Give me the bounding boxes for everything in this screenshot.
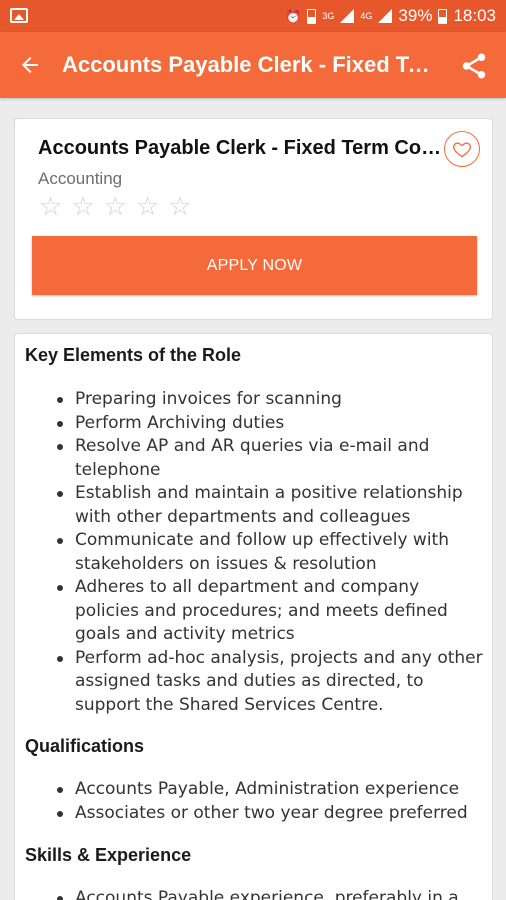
page-title: Accounts Payable Clerk - Fixed Term Cont… <box>62 52 434 77</box>
network-type-4g: 4G <box>360 10 373 21</box>
signal-icon-2 <box>378 9 393 23</box>
status-icons: ⏰ 3G 4G 39% 18:03 <box>285 0 496 32</box>
battery-percent: 39% <box>398 6 433 25</box>
status-bar: ⏰ 3G 4G 39% 18:03 <box>0 0 506 32</box>
app-bar: Accounts Payable Clerk - Fixed Term Cont… <box>0 32 506 98</box>
battery-icon <box>438 8 448 24</box>
list-item: Accounts Payable, Administration experie… <box>57 778 485 802</box>
qualifications-list: Accounts Payable, Administration experie… <box>57 778 485 826</box>
battery-saver-icon <box>307 8 317 24</box>
star-icon[interactable]: ☆ <box>168 193 191 219</box>
section-heading-qualifications: Qualifications <box>25 736 145 756</box>
job-header-card: Accounts Payable Clerk - Fixed Term Cont… <box>14 118 493 320</box>
list-item: Perform Archiving duties <box>57 412 485 436</box>
section-heading-key-elements: Key Elements of the Role <box>25 345 242 365</box>
back-button[interactable] <box>16 51 44 79</box>
job-category: Accounting <box>38 169 123 188</box>
star-icon[interactable]: ☆ <box>104 193 127 219</box>
list-item: Resolve AP and AR queries via e-mail and… <box>57 435 485 482</box>
gallery-notification-icon <box>10 8 28 23</box>
favorite-button[interactable] <box>444 131 480 167</box>
apply-now-button[interactable]: APPLY NOW <box>32 236 477 295</box>
list-item: Communicate and follow up effectively wi… <box>57 529 485 576</box>
list-item: Establish and maintain a positive relati… <box>57 482 485 529</box>
alarm-icon: ⏰ <box>285 8 302 24</box>
share-button[interactable] <box>458 50 490 82</box>
job-title: Accounts Payable Clerk - Fixed Term Cont… <box>38 137 444 159</box>
heart-outline-icon <box>453 142 471 158</box>
network-type-3g: 3G <box>322 10 335 21</box>
list-item: Perform ad-hoc analysis, projects and an… <box>57 647 485 718</box>
list-item: Adheres to all department and company po… <box>57 576 485 647</box>
rating-stars[interactable]: ☆ ☆ ☆ ☆ ☆ <box>39 193 192 219</box>
list-item: Accounts Payable experience, preferably … <box>57 887 485 900</box>
list-item: Preparing invoices for scanning <box>57 388 485 412</box>
star-icon[interactable]: ☆ <box>71 193 94 219</box>
section-heading-skills-experience: Skills & Experience <box>25 845 192 865</box>
list-item: Associates or other two year degree pref… <box>57 802 485 826</box>
skills-experience-list: Accounts Payable experience, preferably … <box>57 887 485 900</box>
signal-icon-1 <box>340 9 355 23</box>
star-icon[interactable]: ☆ <box>39 193 62 219</box>
star-icon[interactable]: ☆ <box>136 193 159 219</box>
share-icon <box>462 53 486 79</box>
job-description-card: Key Elements of the Role Preparing invoi… <box>14 333 493 900</box>
clock: 18:03 <box>453 6 496 25</box>
key-elements-list: Preparing invoices for scanning Perform … <box>57 388 485 718</box>
arrow-back-icon <box>22 57 38 73</box>
